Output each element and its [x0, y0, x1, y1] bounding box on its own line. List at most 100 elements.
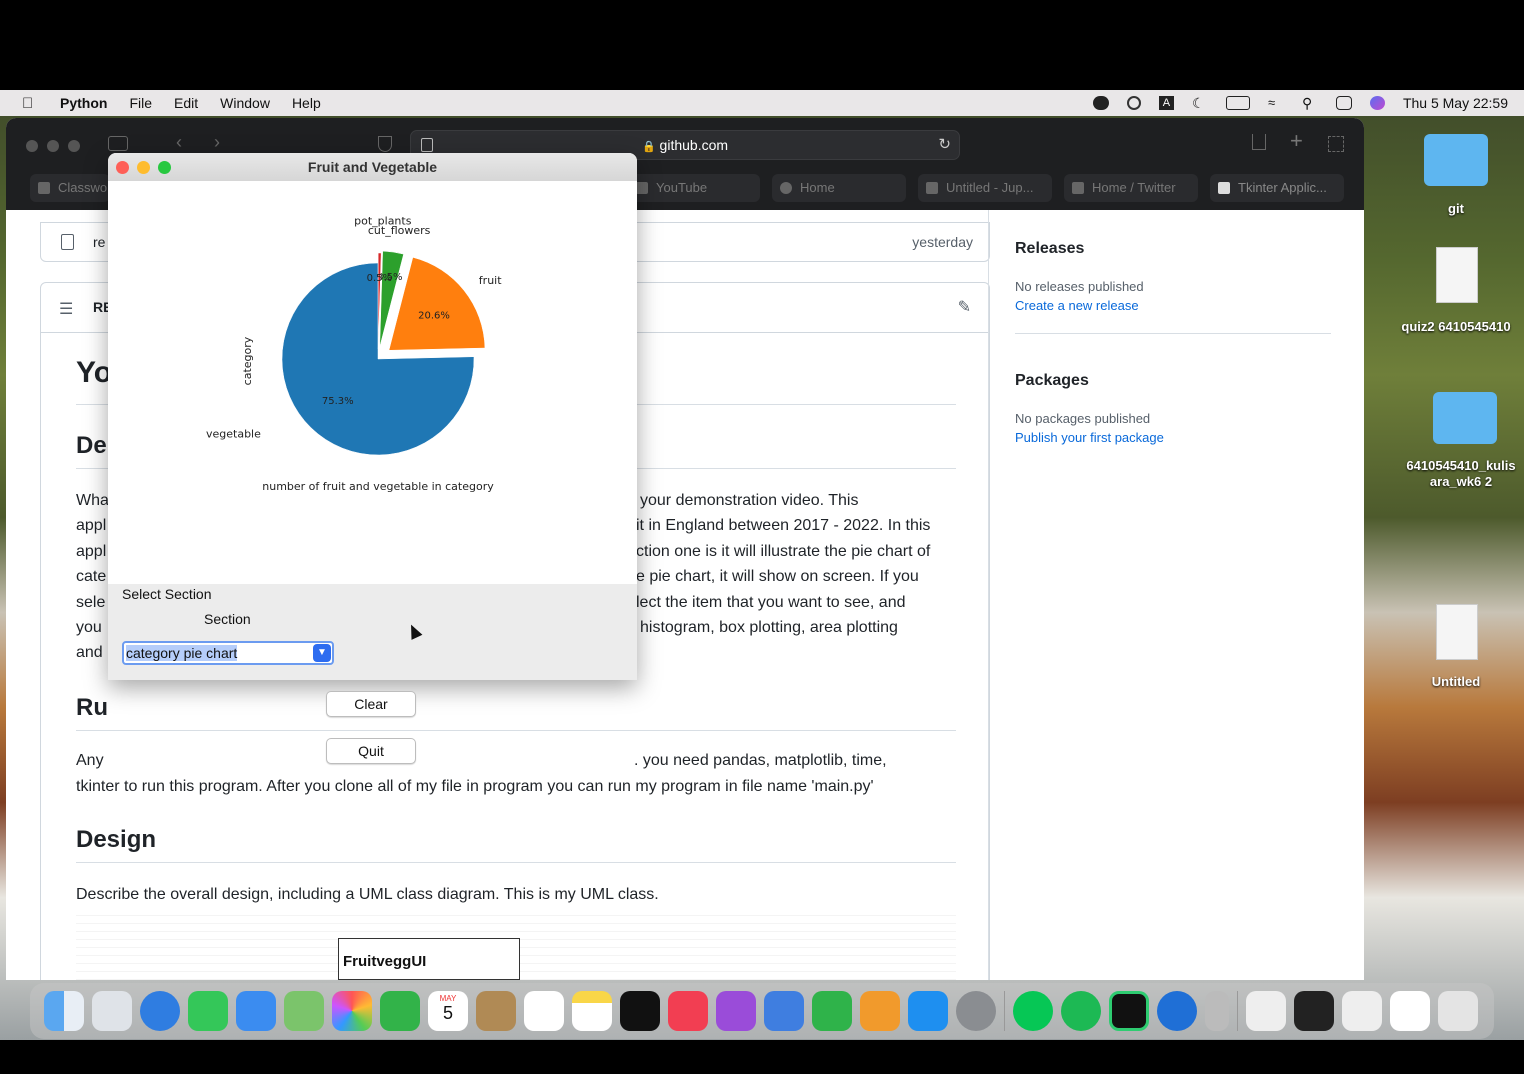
- menu-window[interactable]: Window: [220, 95, 270, 111]
- pages-icon[interactable]: [860, 991, 900, 1031]
- launchpad-icon[interactable]: [92, 991, 132, 1031]
- podcasts-icon[interactable]: [716, 991, 756, 1031]
- pie-chart: category number of fruit and vegetable i…: [206, 215, 502, 493]
- create-release-link[interactable]: Create a new release: [1015, 298, 1139, 313]
- clear-button[interactable]: Clear: [326, 691, 416, 717]
- play-status-icon[interactable]: [1126, 96, 1141, 110]
- facetime-icon[interactable]: [380, 991, 420, 1031]
- git-folder-icon[interactable]: [1424, 134, 1488, 186]
- tab-tkinter[interactable]: Tkinter Applic...: [1210, 174, 1344, 202]
- finder-icon[interactable]: [44, 991, 84, 1031]
- edit-pencil-icon[interactable]: ✎: [958, 297, 971, 317]
- tk-zoom-button[interactable]: [158, 161, 171, 174]
- siri-icon[interactable]: [1369, 96, 1385, 110]
- document-icon[interactable]: [1436, 604, 1478, 660]
- line-status-icon[interactable]: [1092, 96, 1109, 110]
- tk-title-bar[interactable]: Fruit and Vegetable: [108, 153, 637, 181]
- para-line-3-right: ction one is it will illustrate the pie …: [636, 543, 931, 560]
- tab-twitter[interactable]: Home / Twitter: [1064, 174, 1198, 202]
- heading-rule: [76, 862, 956, 863]
- desktop-icon-label[interactable]: Untitled: [1416, 674, 1496, 689]
- desktop-icon-label[interactable]: 6410545410_kulis ara_wk6 2: [1398, 458, 1524, 490]
- packages-heading[interactable]: Packages: [1015, 372, 1089, 390]
- numbers-icon[interactable]: [812, 991, 852, 1031]
- system-preferences-icon[interactable]: [956, 991, 996, 1031]
- messages-icon[interactable]: [188, 991, 228, 1031]
- file-name[interactable]: re: [93, 234, 105, 250]
- notes-icon[interactable]: [572, 991, 612, 1031]
- pie-category-label: pot_plants: [354, 215, 412, 228]
- pie-pct-label: 20.6%: [418, 310, 450, 321]
- photos-icon[interactable]: [332, 991, 372, 1031]
- spotify-icon[interactable]: [1061, 991, 1101, 1031]
- control-center-icon[interactable]: [1335, 96, 1352, 110]
- publish-package-link[interactable]: Publish your first package: [1015, 430, 1164, 445]
- window-minimize-button[interactable]: [47, 140, 59, 152]
- reader-icon[interactable]: [421, 138, 433, 152]
- tab-jupyter[interactable]: Untitled - Jup...: [918, 174, 1052, 202]
- new-tab-icon[interactable]: +: [1290, 128, 1303, 154]
- spotlight-search-icon[interactable]: ⚲: [1302, 96, 1318, 110]
- tk-minimize-button[interactable]: [137, 161, 150, 174]
- music-icon[interactable]: [668, 991, 708, 1031]
- safari-icon[interactable]: [140, 991, 180, 1031]
- desktop-icon-label[interactable]: quiz2 6410545410: [1392, 319, 1520, 334]
- apple-menu-icon[interactable]: : [22, 95, 44, 112]
- webex-icon[interactable]: [1157, 991, 1197, 1031]
- folder-icon[interactable]: [1433, 392, 1497, 444]
- wifi-icon[interactable]: ≈: [1268, 96, 1284, 110]
- tab-home[interactable]: Home: [772, 174, 906, 202]
- window-zoom-button[interactable]: [68, 140, 80, 152]
- menu-app-name[interactable]: Python: [60, 95, 107, 111]
- document-icon[interactable]: [1436, 247, 1478, 303]
- mail-icon[interactable]: [236, 991, 276, 1031]
- list-icon[interactable]: ☰: [59, 299, 73, 319]
- contacts-icon[interactable]: [476, 991, 516, 1031]
- trash-icon[interactable]: [1438, 991, 1478, 1031]
- tab-overview-icon[interactable]: [1328, 136, 1344, 152]
- share-icon[interactable]: [1252, 134, 1266, 150]
- loading-icon: [780, 182, 792, 194]
- chevron-down-icon[interactable]: ▼: [313, 644, 331, 662]
- sidebar-toggle-icon[interactable]: [108, 136, 128, 151]
- downloads-stack-icon[interactable]: [1246, 991, 1286, 1031]
- apple-tv-icon[interactable]: [620, 991, 660, 1031]
- dock: MAY 5: [30, 983, 1494, 1039]
- maps-icon[interactable]: [284, 991, 324, 1031]
- shield-icon[interactable]: [378, 136, 392, 152]
- reload-icon[interactable]: ↻: [938, 131, 951, 159]
- menu-edit[interactable]: Edit: [174, 95, 198, 111]
- app-store-icon[interactable]: [908, 991, 948, 1031]
- forward-icon[interactable]: ›: [214, 132, 220, 153]
- file-time: yesterday: [912, 234, 973, 250]
- reminders-icon[interactable]: [524, 991, 564, 1031]
- menu-clock[interactable]: Thu 5 May 22:59: [1403, 95, 1508, 111]
- keynote-icon[interactable]: [764, 991, 804, 1031]
- pycharm-icon[interactable]: [1109, 991, 1149, 1031]
- pie-category-label: fruit: [479, 274, 502, 287]
- input-source-icon[interactable]: A: [1158, 96, 1174, 110]
- battery-icon[interactable]: [1225, 96, 1250, 110]
- tab-classwork[interactable]: Classwo: [30, 174, 110, 202]
- releases-heading[interactable]: Releases: [1015, 240, 1084, 258]
- window-close-button[interactable]: [26, 140, 38, 152]
- menu-help[interactable]: Help: [292, 95, 321, 111]
- para-line-1-left: Wha: [76, 492, 109, 509]
- para-line-7-left: and: [76, 644, 103, 661]
- python-launcher-icon[interactable]: [1205, 991, 1229, 1031]
- tab-label: Home: [800, 180, 835, 195]
- tk-close-button[interactable]: [116, 161, 129, 174]
- line-app-icon[interactable]: [1013, 991, 1053, 1031]
- uml-class-name: FruitveggUI: [343, 953, 427, 970]
- quit-button[interactable]: Quit: [326, 738, 416, 764]
- tab-youtube[interactable]: YouTube: [628, 174, 760, 202]
- window-thumbnail-icon[interactable]: [1294, 991, 1334, 1031]
- window-thumbnail-icon[interactable]: [1390, 991, 1430, 1031]
- menu-file[interactable]: File: [129, 95, 152, 111]
- section-combobox[interactable]: category pie chart ▼: [122, 641, 334, 665]
- calendar-icon[interactable]: MAY 5: [428, 991, 468, 1031]
- back-icon[interactable]: ‹: [176, 132, 182, 153]
- focus-moon-icon[interactable]: ☾: [1192, 96, 1208, 110]
- window-thumbnail-icon[interactable]: [1342, 991, 1382, 1031]
- desktop-icon-label[interactable]: git: [1416, 201, 1496, 216]
